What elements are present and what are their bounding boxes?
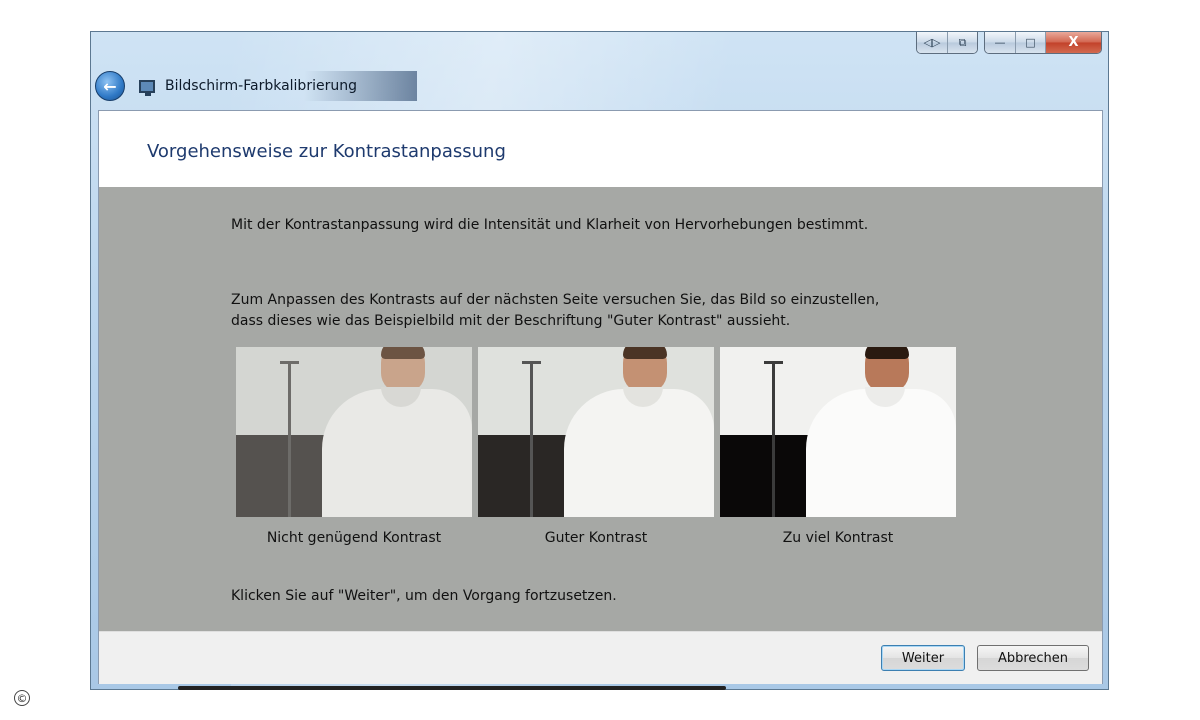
continue-hint: Klicken Sie auf "Weiter", um den Vorgang… <box>231 588 617 604</box>
close-button[interactable]: X <box>1045 32 1101 53</box>
caption-low-contrast: Nicht genügend Kontrast <box>266 530 442 546</box>
caption-good-contrast: Guter Kontrast <box>544 530 648 546</box>
window-control-buttons: — □ X <box>984 32 1102 54</box>
extra-caption-buttons: ◁▷ ⧉ <box>916 32 978 54</box>
sample-image-good-contrast <box>478 347 714 517</box>
maximize-button[interactable]: □ <box>1015 32 1045 53</box>
next-button[interactable]: Weiter <box>881 645 965 671</box>
back-arrow-icon: ← <box>103 76 117 96</box>
minimize-button[interactable]: — <box>985 32 1015 53</box>
sample-captions: Nicht genügend Kontrast Guter Kontrast Z… <box>236 530 956 546</box>
back-button[interactable]: ← <box>95 71 125 101</box>
copyright-mark: © <box>14 690 30 706</box>
sample-image-low-contrast <box>236 347 472 517</box>
instruction-text: Zum Anpassen des Kontrasts auf der nächs… <box>231 290 879 332</box>
wizard-footer: Weiter Abbrechen <box>99 631 1102 684</box>
title-area: Bildschirm-Farbkalibrierung <box>135 71 417 101</box>
cancel-button[interactable]: Abbrechen <box>977 645 1089 671</box>
window-title: Bildschirm-Farbkalibrierung <box>165 78 357 94</box>
wizard-content: Vorgehensweise zur Kontrastanpassung Mit… <box>98 110 1103 684</box>
intro-text: Mit der Kontrastanpassung wird die Inten… <box>231 217 869 233</box>
gray-reference-area: Mit der Kontrastanpassung wird die Inten… <box>99 187 1102 631</box>
layout-toggle-button[interactable]: ◁▷ <box>917 32 947 53</box>
caption-high-contrast: Zu viel Kontrast <box>782 530 894 546</box>
display-calibration-icon <box>139 79 155 96</box>
calibration-window: ◁▷ ⧉ — □ X ← Bildschirm-Farbkalibrierung… <box>90 31 1109 690</box>
header-band: Vorgehensweise zur Kontrastanpassung <box>99 111 1102 187</box>
window-switch-button[interactable]: ⧉ <box>947 32 977 53</box>
navigation-bar: ← Bildschirm-Farbkalibrierung <box>95 68 417 104</box>
instruction-line-2: dass dieses wie das Beispielbild mit der… <box>231 313 791 329</box>
page-title: Vorgehensweise zur Kontrastanpassung <box>147 141 506 162</box>
caption-buttons: ◁▷ ⧉ — □ X <box>916 32 1102 54</box>
sample-images <box>236 347 956 517</box>
instruction-line-1: Zum Anpassen des Kontrasts auf der nächs… <box>231 292 880 308</box>
sample-image-high-contrast <box>720 347 956 517</box>
window-shadow <box>178 686 726 690</box>
